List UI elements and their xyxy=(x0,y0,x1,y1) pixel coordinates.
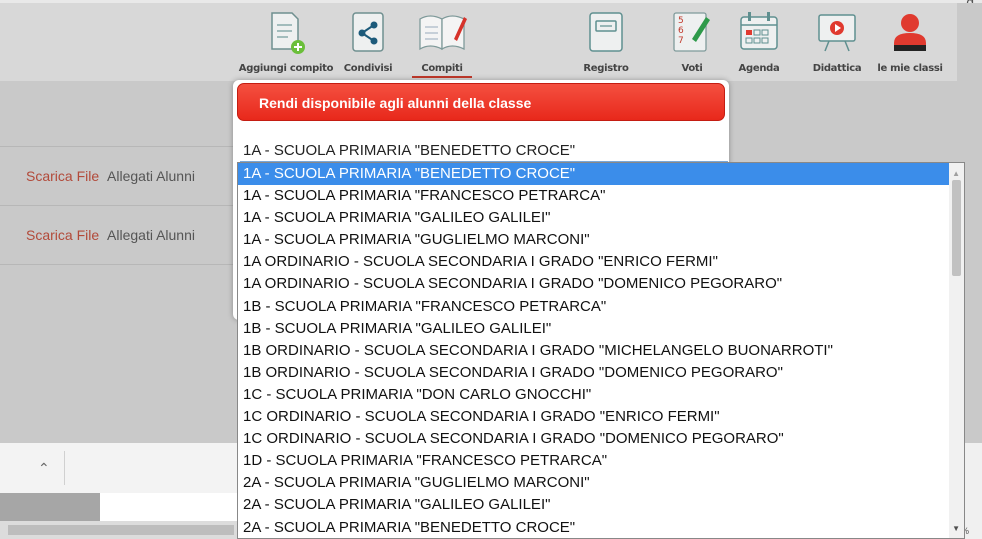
toolbar-shared[interactable]: Condivisi xyxy=(336,3,400,81)
user-icon xyxy=(894,14,926,51)
class-option[interactable]: 1A ORDINARIO - SCUOLA SECONDARIA I GRADO… xyxy=(238,273,964,295)
svg-text:6: 6 xyxy=(678,26,684,36)
scroll-down-arrow-icon[interactable]: ▼ xyxy=(952,524,960,533)
student-attachments-link[interactable]: Allegati Alunni xyxy=(107,227,195,243)
class-option[interactable]: 1A - SCUOLA PRIMARIA "FRANCESCO PETRARCA… xyxy=(238,185,964,207)
divider xyxy=(0,264,240,265)
divider xyxy=(0,205,240,206)
svg-text:5: 5 xyxy=(678,16,684,26)
active-tab-underline xyxy=(412,76,472,78)
horizontal-scrollbar-thumb[interactable] xyxy=(8,525,234,535)
video-board-icon xyxy=(818,14,856,52)
toolbar-register[interactable]: Registro xyxy=(570,3,642,81)
class-option[interactable]: 2A - SCUOLA PRIMARIA "BENEDETTO CROCE" xyxy=(238,517,964,539)
toolbar-label: Agenda xyxy=(738,63,780,74)
bottom-bar xyxy=(0,443,240,493)
class-option[interactable]: 2A - SCUOLA PRIMARIA "GUGLIELMO MARCONI" xyxy=(238,472,964,494)
dialog-title: Rendi disponibile agli alunni della clas… xyxy=(259,95,532,111)
download-file-link[interactable]: Scarica File xyxy=(26,168,99,184)
class-option[interactable]: 1A - SCUOLA PRIMARIA "BENEDETTO CROCE" xyxy=(238,163,964,186)
class-option[interactable]: 1B ORDINARIO - SCUOLA SECONDARIA I GRADO… xyxy=(238,340,964,362)
class-option[interactable]: 1C ORDINARIO - SCUOLA SECONDARIA I GRADO… xyxy=(238,428,964,450)
toolbar-label: Compiti xyxy=(421,63,463,74)
share-icon xyxy=(352,12,384,52)
class-select[interactable]: 1A - SCUOLA PRIMARIA "BENEDETTO CROCE" xyxy=(240,140,728,162)
toolbar-label: Condivisi xyxy=(343,63,393,74)
toolbar-label: Voti xyxy=(681,63,703,74)
dialog-header: Rendi disponibile agli alunni della clas… xyxy=(237,83,725,121)
toolbar-my-classes[interactable]: le mie classi xyxy=(870,3,950,81)
bottom-panel-blank xyxy=(100,493,240,521)
dropdown-scrollbar[interactable]: ▲ ▼ xyxy=(949,163,964,538)
toolbar-label: Aggiungi compito xyxy=(238,63,334,74)
toolbar: Aggiungi compito Condivisi Compiti Regis… xyxy=(0,3,957,81)
class-option[interactable]: 1A ORDINARIO - SCUOLA SECONDARIA I GRADO… xyxy=(238,251,964,273)
class-option[interactable]: 1B - SCUOLA PRIMARIA "FRANCESCO PETRARCA… xyxy=(238,296,964,318)
add-homework-icon xyxy=(271,12,305,54)
grades-icon: 5 6 7 xyxy=(673,12,710,52)
class-option[interactable]: 1D - SCUOLA PRIMARIA "FRANCESCO PETRARCA… xyxy=(238,450,964,472)
register-book-icon xyxy=(589,12,623,52)
download-file-link[interactable]: Scarica File xyxy=(26,227,99,243)
homework-list-panel xyxy=(0,81,240,443)
divider xyxy=(64,451,65,485)
class-option[interactable]: 1C ORDINARIO - SCUOLA SECONDARIA I GRADO… xyxy=(238,406,964,428)
homework-row: Scarica File Allegati Alunni xyxy=(26,168,195,184)
chevron-up-icon[interactable]: ⌃ xyxy=(38,460,50,477)
student-attachments-link[interactable]: Allegati Alunni xyxy=(107,168,195,184)
notebook-pen-icon xyxy=(419,15,467,51)
option-list: 1A - SCUOLA PRIMARIA "BENEDETTO CROCE" 1A… xyxy=(238,163,964,539)
homework-row: Scarica File Allegati Alunni xyxy=(26,227,195,243)
toolbar-add-homework[interactable]: Aggiungi compito xyxy=(236,3,336,81)
toolbar-agenda[interactable]: Agenda xyxy=(727,3,791,81)
svg-text:7: 7 xyxy=(678,36,684,46)
toolbar-label: le mie classi xyxy=(877,63,943,74)
class-option[interactable]: 1C - SCUOLA PRIMARIA "DON CARLO GNOCCHI" xyxy=(238,384,964,406)
divider xyxy=(0,146,240,147)
toolbar-label: Didattica xyxy=(812,63,862,74)
class-option[interactable]: 1A - SCUOLA PRIMARIA "GALILEO GALILEI" xyxy=(238,207,964,229)
class-option[interactable]: 2A - SCUOLA PRIMARIA "GALILEO GALILEI" xyxy=(238,494,964,516)
class-dropdown-list[interactable]: 1A - SCUOLA PRIMARIA "BENEDETTO CROCE" 1A… xyxy=(237,162,965,539)
toolbar-label: Registro xyxy=(583,63,629,74)
dropdown-scrollbar-thumb[interactable] xyxy=(952,180,961,276)
toolbar-grades[interactable]: 5 6 7 Voti xyxy=(660,3,724,81)
class-option[interactable]: 1B ORDINARIO - SCUOLA SECONDARIA I GRADO… xyxy=(238,362,964,384)
calendar-icon xyxy=(740,12,778,50)
toolbar-teaching[interactable]: Didattica xyxy=(801,3,873,81)
class-option[interactable]: 1A - SCUOLA PRIMARIA "GUGLIELMO MARCONI" xyxy=(238,229,964,251)
toolbar-homework[interactable]: Compiti xyxy=(406,3,478,81)
scroll-up-arrow-icon[interactable]: ▲ xyxy=(952,169,960,178)
class-option[interactable]: 1B - SCUOLA PRIMARIA "GALILEO GALILEI" xyxy=(238,318,964,340)
